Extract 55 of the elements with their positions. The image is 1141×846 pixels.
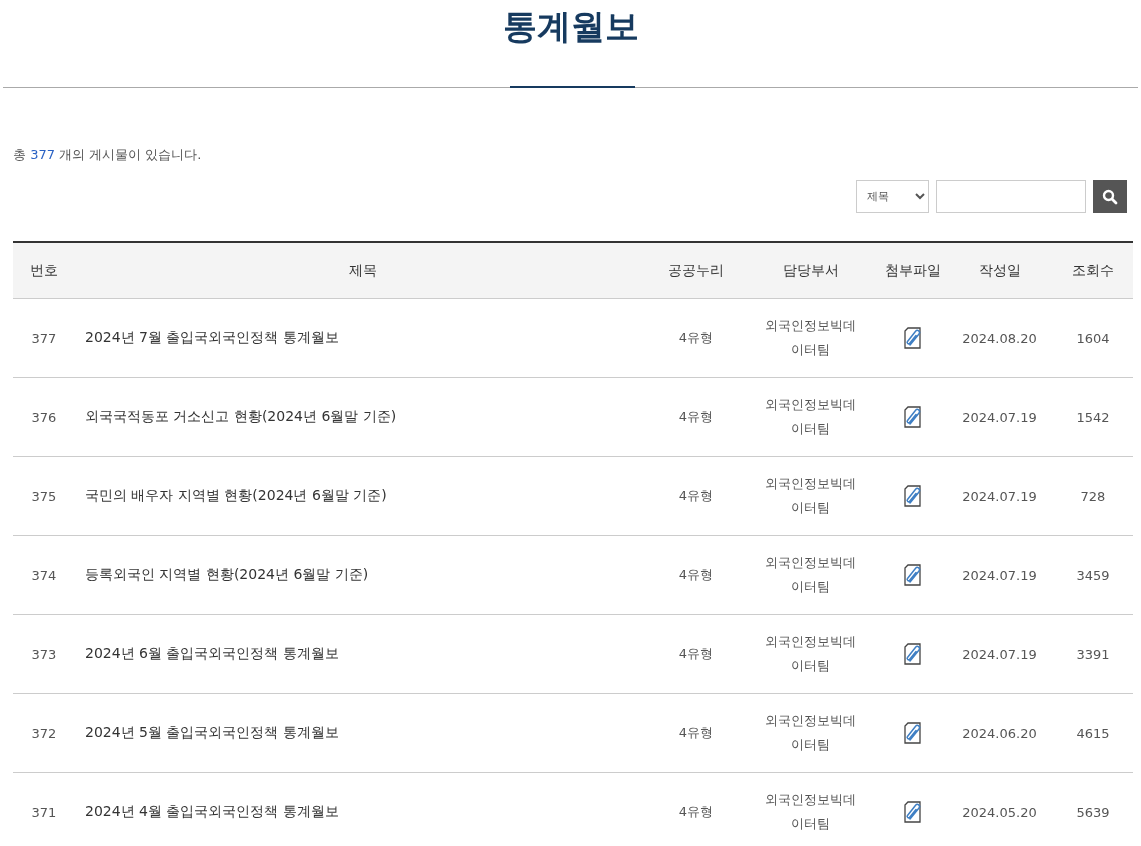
- search-category-dropdown[interactable]: 제목: [856, 180, 929, 213]
- license-type: 4유형: [650, 614, 742, 694]
- column-header: 첨부파일: [879, 242, 946, 299]
- view-count: 728: [1053, 456, 1133, 536]
- view-count: 5639: [1053, 772, 1133, 846]
- view-count: 3391: [1053, 614, 1133, 694]
- post-date: 2024.07.19: [946, 456, 1053, 536]
- post-title-link[interactable]: 국민의 배우자 지역별 현황(2024년 6월말 기준): [75, 456, 650, 536]
- page-title: 통계월보: [502, 5, 639, 48]
- view-count: 4615: [1053, 693, 1133, 773]
- post-number: 377: [13, 298, 75, 378]
- department-name: 외국인정보빅데이터팀: [764, 396, 857, 438]
- view-count: 1542: [1053, 377, 1133, 457]
- license-type: 4유형: [650, 298, 742, 378]
- license-type: 4유형: [650, 535, 742, 615]
- department-name: 외국인정보빅데이터팀: [764, 475, 857, 517]
- column-header: 작성일: [946, 242, 1053, 299]
- post-date: 2024.07.19: [946, 614, 1053, 694]
- post-date: 2024.08.20: [946, 298, 1053, 378]
- department-name: 외국인정보빅데이터팀: [764, 712, 857, 754]
- search-button[interactable]: [1093, 180, 1127, 213]
- column-header: 조회수: [1053, 242, 1133, 299]
- department-name: 외국인정보빅데이터팀: [764, 791, 857, 833]
- post-date: 2024.05.20: [946, 772, 1053, 846]
- post-title-link[interactable]: 2024년 5월 출입국외국인정책 통계월보: [75, 693, 650, 773]
- post-number: 374: [13, 535, 75, 615]
- post-number: 375: [13, 456, 75, 536]
- license-type: 4유형: [650, 693, 742, 773]
- view-count: 1604: [1053, 298, 1133, 378]
- column-header: 제목: [75, 242, 650, 299]
- column-header: 번호: [13, 242, 75, 299]
- search-input[interactable]: [936, 180, 1086, 213]
- column-header: 담당부서: [742, 242, 879, 299]
- post-number: 376: [13, 377, 75, 457]
- post-number: 372: [13, 693, 75, 773]
- post-title-link[interactable]: 등록외국인 지역별 현황(2024년 6월말 기준): [75, 535, 650, 615]
- department-name: 외국인정보빅데이터팀: [764, 633, 857, 675]
- post-date: 2024.07.19: [946, 377, 1053, 457]
- license-type: 4유형: [650, 456, 742, 536]
- post-date: 2024.07.19: [946, 535, 1053, 615]
- license-type: 4유형: [650, 772, 742, 846]
- post-title-link[interactable]: 2024년 4월 출입국외국인정책 통계월보: [75, 772, 650, 846]
- post-title-link[interactable]: 2024년 6월 출입국외국인정책 통계월보: [75, 614, 650, 694]
- license-type: 4유형: [650, 377, 742, 457]
- view-count: 3459: [1053, 535, 1133, 615]
- post-date: 2024.06.20: [946, 693, 1053, 773]
- department-name: 외국인정보빅데이터팀: [764, 317, 857, 359]
- post-title-link[interactable]: 외국국적동포 거소신고 현황(2024년 6월말 기준): [75, 377, 650, 457]
- column-header: 공공누리: [650, 242, 742, 299]
- department-name: 외국인정보빅데이터팀: [764, 554, 857, 596]
- post-number: 371: [13, 772, 75, 846]
- post-count-text: 총 377 개의 게시물이 있습니다.: [13, 146, 202, 164]
- post-title-link[interactable]: 2024년 7월 출입국외국인정책 통계월보: [75, 298, 650, 378]
- post-number: 373: [13, 614, 75, 694]
- search-icon: [1102, 188, 1118, 205]
